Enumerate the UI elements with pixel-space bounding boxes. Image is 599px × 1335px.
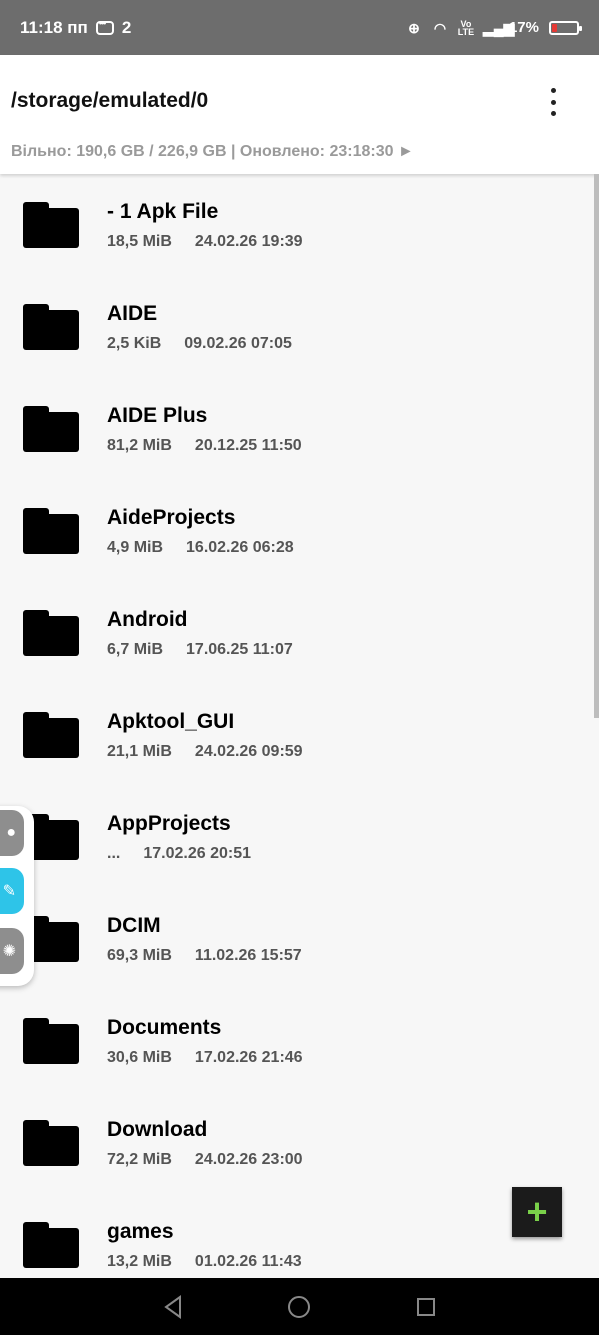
wifi-icon: ◠ xyxy=(433,19,447,36)
file-list-item[interactable]: AppProjects... 17.02.26 20:51 xyxy=(0,786,594,888)
scrollbar[interactable] xyxy=(594,174,599,718)
file-name: Download xyxy=(107,1118,208,1141)
add-button[interactable]: + xyxy=(512,1187,562,1237)
file-size: 18,5 MiB xyxy=(107,233,172,250)
file-date: 17.02.26 21:46 xyxy=(194,1049,303,1066)
floating-tool-panel: ● ✎ ✺ xyxy=(0,806,34,986)
plus-icon: + xyxy=(526,1191,548,1232)
file-name: DCIM xyxy=(107,914,161,937)
file-meta: 69,3 MiB 11.02.26 15:57 xyxy=(107,947,302,965)
data-saver-icon: ⊕ xyxy=(408,19,420,36)
file-size: 6,7 MiB xyxy=(107,641,164,658)
pin-icon[interactable]: ✎ xyxy=(0,868,24,914)
more-vert-icon[interactable] xyxy=(541,88,565,116)
file-name: Documents xyxy=(107,1016,222,1039)
app-header: /storage/emulated/0 Вільно: 190,6 GB / 2… xyxy=(0,55,599,174)
file-meta: 13,2 MiB 01.02.26 11:43 xyxy=(107,1253,302,1271)
file-date: 24.02.26 09:59 xyxy=(194,743,303,760)
brightness-icon[interactable]: ✺ xyxy=(0,928,24,974)
file-meta: 6,7 MiB 17.06.25 11:07 xyxy=(107,641,293,659)
status-bar: 11:18 пп 2 ⊕ ◠ VoLTE ▂▄▆ 17% xyxy=(0,0,599,55)
file-date: 11.02.26 15:57 xyxy=(194,947,302,964)
file-meta: 21,1 MiB 24.02.26 09:59 xyxy=(107,743,303,761)
notification-count: 2 xyxy=(121,17,132,37)
file-date: 01.02.26 11:43 xyxy=(194,1253,302,1270)
file-list-item[interactable]: Android 6,7 MiB 17.06.25 11:07 xyxy=(0,582,594,684)
file-size: 21,1 MiB xyxy=(107,743,172,760)
file-list-item[interactable]: Download 72,2 MiB 24.02.26 23:00 xyxy=(0,1092,594,1194)
file-size: ... xyxy=(107,845,121,862)
battery-percent: 17% xyxy=(508,19,539,36)
file-list-item[interactable]: AideProjects 4,9 MiB 16.02.26 06:28 xyxy=(0,480,594,582)
folder-icon xyxy=(23,1120,79,1166)
folder-icon xyxy=(23,610,79,656)
file-meta: 4,9 MiB 16.02.26 06:28 xyxy=(107,539,294,557)
folder-icon xyxy=(23,202,79,248)
file-name: - 1 Apk File xyxy=(107,200,219,223)
file-date: 09.02.26 07:05 xyxy=(184,335,292,352)
file-date: 17.02.26 20:51 xyxy=(143,845,251,862)
folder-icon xyxy=(23,712,79,758)
file-list-item[interactable]: Apktool_GUI 21,1 MiB 24.02.26 09:59 xyxy=(0,684,594,786)
file-list-item[interactable]: - 1 Apk File 18,5 MiB 24.02.26 19:39 xyxy=(0,174,594,276)
file-date: 20.12.25 11:50 xyxy=(194,437,302,454)
folder-icon xyxy=(23,508,79,554)
file-size: 2,5 KiB xyxy=(107,335,162,352)
file-meta: 18,5 MiB 24.02.26 19:39 xyxy=(107,233,303,251)
file-meta: 72,2 MiB 24.02.26 23:00 xyxy=(107,1151,303,1169)
file-meta: 81,2 MiB 20.12.25 11:50 xyxy=(107,437,302,455)
file-date: 24.02.26 19:39 xyxy=(194,233,303,250)
file-size: 30,6 MiB xyxy=(107,1049,172,1066)
file-size: 81,2 MiB xyxy=(107,437,172,454)
file-size: 4,9 MiB xyxy=(107,539,164,556)
file-date: 16.02.26 06:28 xyxy=(186,539,294,556)
file-name: AIDE Plus xyxy=(107,404,208,427)
file-list-item[interactable]: Documents 30,6 MiB 17.02.26 21:46 xyxy=(0,990,594,1092)
file-name: AppProjects xyxy=(107,812,231,835)
file-size: 69,3 MiB xyxy=(107,947,172,964)
folder-icon xyxy=(23,406,79,452)
message-notification-icon xyxy=(95,18,114,35)
file-date: 24.02.26 23:00 xyxy=(194,1151,303,1168)
folder-icon xyxy=(23,1222,79,1268)
file-list-item[interactable]: AIDE 2,5 KiB 09.02.26 07:05 xyxy=(0,276,594,378)
recents-button[interactable] xyxy=(406,1287,446,1327)
file-name: Apktool_GUI xyxy=(107,710,235,733)
file-name: AIDE xyxy=(107,302,158,325)
storage-info[interactable]: Вільно: 190,6 GB / 226,9 GB | Оновлено: … xyxy=(11,143,414,161)
file-name: Android xyxy=(107,608,188,631)
file-list-item[interactable]: games 13,2 MiB 01.02.26 11:43 xyxy=(0,1194,594,1278)
file-name: games xyxy=(107,1220,174,1243)
file-meta: 2,5 KiB 09.02.26 07:05 xyxy=(107,335,292,353)
signal-icon: ▂▄▆ xyxy=(482,19,515,36)
file-list-item[interactable]: AIDE Plus 81,2 MiB 20.12.25 11:50 xyxy=(0,378,594,480)
status-time: 11:18 пп xyxy=(20,17,88,37)
file-meta: 30,6 MiB 17.02.26 21:46 xyxy=(107,1049,303,1067)
chat-bubble-icon[interactable]: ● xyxy=(0,810,24,856)
file-list[interactable]: - 1 Apk File 18,5 MiB 24.02.26 19:39 AIDE 2,… xyxy=(0,174,594,1278)
current-path: /storage/emulated/0 xyxy=(11,89,209,112)
file-list-item[interactable]: DCIM 69,3 MiB 11.02.26 15:57 xyxy=(0,888,594,990)
file-size: 72,2 MiB xyxy=(107,1151,172,1168)
back-button[interactable] xyxy=(153,1287,193,1327)
folder-icon xyxy=(23,1018,79,1064)
file-name: AideProjects xyxy=(107,506,236,529)
file-meta: ... 17.02.26 20:51 xyxy=(107,845,251,863)
navigation-bar xyxy=(0,1278,599,1335)
file-size: 13,2 MiB xyxy=(107,1253,172,1270)
home-button[interactable] xyxy=(279,1287,319,1327)
file-date: 17.06.25 11:07 xyxy=(186,641,293,658)
volte-icon: Vo LTE xyxy=(457,18,475,37)
folder-icon xyxy=(23,304,79,350)
battery-icon xyxy=(549,20,582,35)
